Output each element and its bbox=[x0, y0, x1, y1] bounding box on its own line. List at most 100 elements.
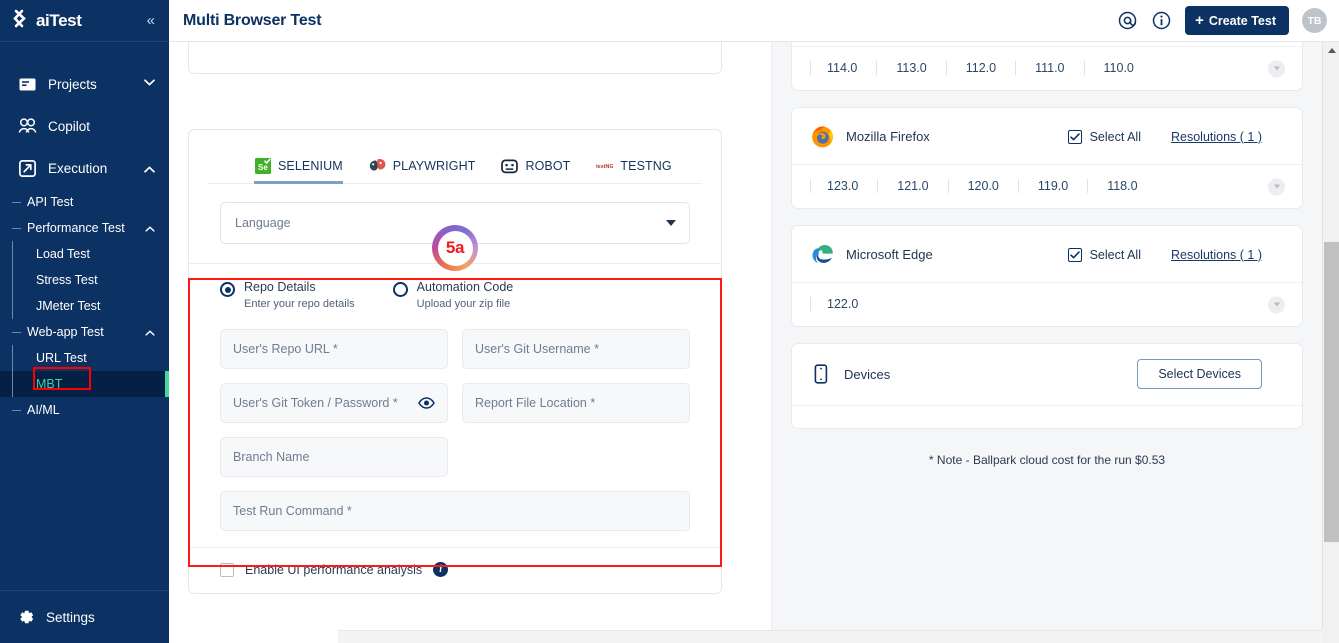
people-icon bbox=[17, 116, 37, 136]
sidebar-item-projects[interactable]: Projects bbox=[0, 63, 169, 105]
git-username-input[interactable]: User's Git Username * bbox=[462, 329, 690, 370]
branch-name-input[interactable]: Branch Name bbox=[220, 437, 448, 478]
scroll-up-arrow[interactable] bbox=[1323, 42, 1339, 59]
devices-header: Devices Select Devices bbox=[792, 344, 1302, 406]
horizontal-scrollbar[interactable] bbox=[338, 630, 1322, 643]
info-icon[interactable]: i bbox=[433, 562, 449, 578]
test-run-command-input[interactable]: Test Run Command * bbox=[220, 491, 690, 532]
sidebar-item-execution[interactable]: Execution bbox=[0, 147, 169, 189]
tab-label: PLAYWRIGHT bbox=[392, 158, 476, 173]
panel-scrollbar[interactable] bbox=[1322, 42, 1339, 643]
field-placeholder: User's Repo URL * bbox=[233, 342, 338, 357]
select-all-label: Select All bbox=[1089, 247, 1141, 262]
sidebar-item-api-test[interactable]: API Test bbox=[0, 189, 169, 215]
sidebar-item-copilot[interactable]: Copilot bbox=[0, 105, 169, 147]
field-row: User's Repo URL * User's Git Username * bbox=[220, 329, 690, 370]
avatar[interactable]: TB bbox=[1302, 8, 1327, 33]
version-chip[interactable]: 120.0 bbox=[947, 179, 1018, 193]
info-circle-icon[interactable] bbox=[1151, 10, 1172, 31]
version-chip[interactable]: 112.0 bbox=[945, 61, 1015, 75]
radio-button[interactable] bbox=[392, 282, 408, 297]
logo-mark-icon bbox=[12, 9, 34, 32]
version-chip[interactable]: 119.0 bbox=[1017, 179, 1087, 193]
tree-line bbox=[12, 293, 13, 319]
radio-button[interactable] bbox=[220, 282, 235, 297]
sidebar-item-jmeter-test[interactable]: JMeter Test bbox=[0, 293, 169, 319]
svg-text:Se: Se bbox=[258, 163, 268, 172]
sidebar-item-label: Execution bbox=[48, 160, 108, 176]
version-chip[interactable]: 110.0 bbox=[1083, 61, 1153, 75]
tab-selenium[interactable]: Se SELENIUM bbox=[254, 157, 343, 184]
sidebar-item-settings[interactable]: Settings bbox=[0, 590, 169, 643]
git-token-input[interactable]: User's Git Token / Password * bbox=[220, 383, 448, 424]
sidebar-subitem-label: Stress Test bbox=[36, 273, 98, 287]
version-chip[interactable]: 122.0 bbox=[810, 297, 877, 311]
tab-label: ROBOT bbox=[525, 158, 571, 173]
version-chip[interactable]: 114.0 bbox=[810, 61, 876, 75]
sidebar-header: aiTest « bbox=[0, 0, 169, 42]
version-chip[interactable]: 118.0 bbox=[1087, 179, 1156, 193]
select-all-firefox[interactable]: Select All bbox=[1067, 129, 1141, 144]
app-root: aiTest « Projects Copilot Execution API … bbox=[0, 0, 1339, 643]
sidebar-item-stress-test[interactable]: Stress Test bbox=[0, 267, 169, 293]
tree-dash bbox=[12, 228, 21, 229]
perf-analysis-row: Enable UI performance analysis i bbox=[189, 547, 721, 593]
external-link-icon bbox=[17, 158, 37, 178]
eye-icon[interactable] bbox=[418, 397, 435, 410]
folder-icon bbox=[17, 74, 37, 94]
radio-automation-code[interactable]: Automation Code Upload your zip file bbox=[392, 280, 514, 311]
devices-body bbox=[792, 406, 1302, 428]
tree-line bbox=[12, 345, 13, 371]
sidebar-item-aiml[interactable]: AI/ML bbox=[0, 397, 169, 423]
sidebar-item-mbt[interactable]: MBT bbox=[0, 371, 169, 397]
framework-config-card: Se SELENIUM PLAYWRIGHT ROBOT testNG TEST… bbox=[188, 129, 722, 595]
radio-repo-details[interactable]: Repo Details Enter your repo details bbox=[220, 280, 355, 311]
version-chip[interactable]: 111.0 bbox=[1015, 61, 1083, 75]
chevron-up-icon bbox=[144, 164, 155, 173]
collapse-sidebar-icon[interactable]: « bbox=[144, 11, 158, 30]
enable-perf-checkbox[interactable] bbox=[220, 562, 234, 577]
sidebar-subitem-label: Load Test bbox=[36, 247, 90, 261]
show-more-versions-icon[interactable] bbox=[1268, 60, 1285, 77]
sidebar-item-url-test[interactable]: URL Test bbox=[0, 345, 169, 371]
sidebar-item-webapp-test[interactable]: Web-app Test bbox=[0, 319, 169, 345]
report-location-input[interactable]: Report File Location * bbox=[462, 383, 690, 424]
version-chip[interactable]: 113.0 bbox=[876, 61, 945, 75]
checkbox-checked-icon[interactable] bbox=[1067, 129, 1082, 144]
resolutions-link-edge[interactable]: Resolutions ( 1 ) bbox=[1171, 248, 1262, 262]
version-row: 122.0 bbox=[792, 282, 1302, 326]
form-column: Se SELENIUM PLAYWRIGHT ROBOT testNG TEST… bbox=[169, 42, 771, 643]
tab-label: SELENIUM bbox=[278, 158, 343, 173]
sidebar-subitem-label: MBT bbox=[36, 377, 63, 391]
show-more-versions-icon[interactable] bbox=[1268, 296, 1285, 313]
sidebar-item-performance-test[interactable]: Performance Test bbox=[0, 215, 169, 241]
gear-icon bbox=[17, 608, 35, 626]
create-test-button[interactable]: + Create Test bbox=[1185, 6, 1289, 35]
version-chip[interactable]: 123.0 bbox=[810, 179, 877, 193]
version-row: 114.0 113.0 112.0 111.0 110.0 bbox=[792, 46, 1302, 90]
tab-testng[interactable]: testNG TESTNG bbox=[596, 157, 671, 184]
annotation-badge-label: 5a bbox=[437, 230, 473, 266]
resolutions-link-firefox[interactable]: Resolutions ( 1 ) bbox=[1171, 130, 1262, 144]
field-row: User's Git Token / Password * Report Fil… bbox=[220, 383, 690, 424]
chevron-up-icon bbox=[145, 328, 155, 337]
select-all-edge[interactable]: Select All bbox=[1067, 247, 1141, 262]
tab-robot[interactable]: ROBOT bbox=[501, 157, 570, 184]
sidebar-item-load-test[interactable]: Load Test bbox=[0, 241, 169, 267]
show-more-versions-icon[interactable] bbox=[1268, 178, 1285, 195]
browser-card-edge: Microsoft Edge Select All Resolutions ( … bbox=[791, 225, 1303, 327]
tab-playwright[interactable]: PLAYWRIGHT bbox=[369, 157, 476, 184]
radio-subtitle: Enter your repo details bbox=[244, 297, 355, 310]
version-row: 123.0 121.0 120.0 119.0 118.0 bbox=[792, 164, 1302, 208]
topbar-actions: + Create Test TB bbox=[1117, 6, 1327, 35]
radio-title: Automation Code bbox=[416, 280, 514, 294]
select-devices-button[interactable]: Select Devices bbox=[1137, 359, 1262, 389]
repo-url-input[interactable]: User's Repo URL * bbox=[220, 329, 448, 370]
app-logo[interactable]: aiTest bbox=[12, 9, 82, 32]
sidebar-item-label: Projects bbox=[48, 76, 97, 92]
scroll-thumb[interactable] bbox=[1324, 242, 1339, 542]
version-chip[interactable]: 121.0 bbox=[877, 179, 947, 193]
browser-card-firefox: Mozilla Firefox Select All Resolutions (… bbox=[791, 107, 1303, 209]
checkbox-checked-icon[interactable] bbox=[1067, 247, 1082, 262]
at-icon[interactable] bbox=[1117, 10, 1138, 31]
